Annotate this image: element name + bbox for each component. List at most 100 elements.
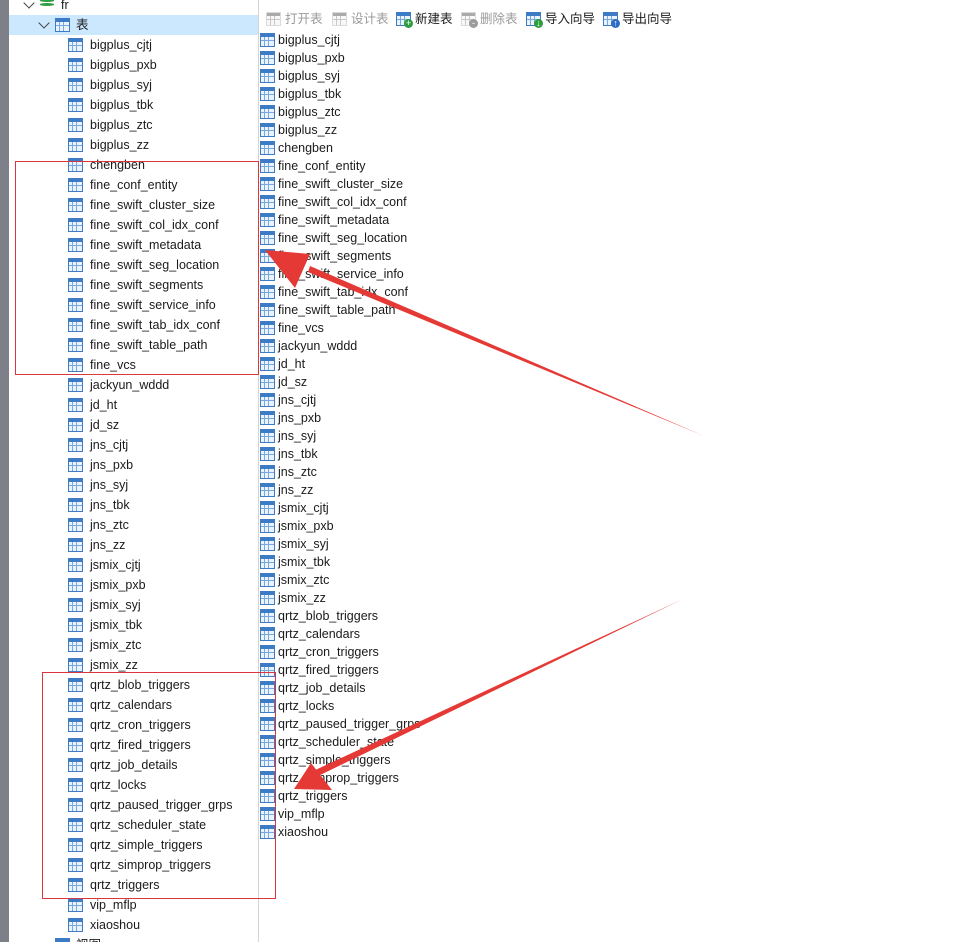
tree-table-item[interactable]: bigplus_pxb: [9, 55, 258, 75]
tree-table-item[interactable]: jsmix_zz: [9, 655, 258, 675]
object-list-item[interactable]: qrtz_calendars: [260, 625, 360, 643]
object-list-item[interactable]: jd_ht: [260, 355, 305, 373]
tree-table-item[interactable]: jns_cjtj: [9, 435, 258, 455]
tree-table-item[interactable]: fine_swift_cluster_size: [9, 195, 258, 215]
tree-table-item[interactable]: vip_mflp: [9, 895, 258, 915]
object-list-item[interactable]: qrtz_simprop_triggers: [260, 769, 399, 787]
object-list-item[interactable]: jsmix_zz: [260, 589, 326, 607]
tree-table-item[interactable]: jsmix_pxb: [9, 575, 258, 595]
tree-table-item[interactable]: bigplus_syj: [9, 75, 258, 95]
tree-node-views-group[interactable]: 视图: [9, 935, 258, 942]
tree-table-item[interactable]: jns_tbk: [9, 495, 258, 515]
tree-table-item[interactable]: fine_vcs: [9, 355, 258, 375]
chevron-down-icon[interactable]: [38, 17, 50, 29]
panel-splitter[interactable]: [258, 0, 259, 942]
object-list-item[interactable]: bigplus_pxb: [260, 49, 345, 67]
object-list-item[interactable]: qrtz_job_details: [260, 679, 366, 697]
object-list-item[interactable]: jsmix_ztc: [260, 571, 329, 589]
navigation-tree-panel[interactable]: fr 表 bigplus_cjtj bigplus_pxb bigplus_syj b…: [9, 0, 258, 942]
object-list-item[interactable]: fine_swift_tab_idx_conf: [260, 283, 408, 301]
object-list-item[interactable]: jns_tbk: [260, 445, 318, 463]
tree-table-item[interactable]: fine_conf_entity: [9, 175, 258, 195]
tree-table-item[interactable]: bigplus_ztc: [9, 115, 258, 135]
object-list-item[interactable]: fine_swift_col_idx_conf: [260, 193, 407, 211]
tree-table-item[interactable]: jd_ht: [9, 395, 258, 415]
object-list-item[interactable]: qrtz_blob_triggers: [260, 607, 378, 625]
tree-table-item[interactable]: fine_swift_seg_location: [9, 255, 258, 275]
object-list-item[interactable]: jd_sz: [260, 373, 307, 391]
object-list-item[interactable]: fine_swift_seg_location: [260, 229, 407, 247]
new-table-button[interactable]: + 新建表: [396, 10, 453, 28]
object-list-item[interactable]: fine_swift_table_path: [260, 301, 395, 319]
tree-table-item[interactable]: jackyun_wddd: [9, 375, 258, 395]
object-list-item[interactable]: bigplus_zz: [260, 121, 337, 139]
object-list-item[interactable]: xiaoshou: [260, 823, 328, 841]
object-list-item[interactable]: fine_swift_service_info: [260, 265, 404, 283]
object-list-item[interactable]: bigplus_syj: [260, 67, 340, 85]
object-list-item[interactable]: vip_mflp: [260, 805, 325, 823]
tree-table-item[interactable]: jsmix_syj: [9, 595, 258, 615]
object-list-item[interactable]: bigplus_cjtj: [260, 31, 340, 49]
object-list-item[interactable]: fine_swift_metadata: [260, 211, 389, 229]
object-list-item[interactable]: jsmix_syj: [260, 535, 329, 553]
tree-table-item[interactable]: qrtz_locks: [9, 775, 258, 795]
object-list-item[interactable]: jsmix_tbk: [260, 553, 330, 571]
tree-table-item[interactable]: jns_zz: [9, 535, 258, 555]
tree-table-item[interactable]: fine_swift_tab_idx_conf: [9, 315, 258, 335]
tree-table-item[interactable]: fine_swift_service_info: [9, 295, 258, 315]
object-list-item[interactable]: qrtz_triggers: [260, 787, 347, 805]
object-list-item[interactable]: jns_syj: [260, 427, 316, 445]
tree-table-item[interactable]: qrtz_simprop_triggers: [9, 855, 258, 875]
tree-table-item[interactable]: qrtz_scheduler_state: [9, 815, 258, 835]
tree-table-item[interactable]: jsmix_tbk: [9, 615, 258, 635]
tree-table-item[interactable]: jd_sz: [9, 415, 258, 435]
tree-table-item[interactable]: qrtz_fired_triggers: [9, 735, 258, 755]
object-list-item[interactable]: jns_cjtj: [260, 391, 316, 409]
export-wizard-button[interactable]: ↑ 导出向导: [603, 10, 672, 28]
tree-table-item[interactable]: qrtz_blob_triggers: [9, 675, 258, 695]
tree-table-item[interactable]: qrtz_paused_trigger_grps: [9, 795, 258, 815]
object-list-item[interactable]: qrtz_cron_triggers: [260, 643, 379, 661]
tree-table-item[interactable]: jns_ztc: [9, 515, 258, 535]
tree-table-item[interactable]: qrtz_simple_triggers: [9, 835, 258, 855]
object-list-item[interactable]: bigplus_ztc: [260, 103, 341, 121]
tree-table-item[interactable]: fine_swift_segments: [9, 275, 258, 295]
tree-table-item[interactable]: jns_syj: [9, 475, 258, 495]
chevron-down-icon[interactable]: [23, 0, 35, 9]
tree-table-item[interactable]: jns_pxb: [9, 455, 258, 475]
open-table-button[interactable]: 打开表: [266, 10, 323, 28]
object-list-item[interactable]: fine_swift_segments: [260, 247, 391, 265]
object-list-item[interactable]: jns_ztc: [260, 463, 317, 481]
object-list-item[interactable]: qrtz_locks: [260, 697, 334, 715]
tree-table-item[interactable]: jsmix_cjtj: [9, 555, 258, 575]
object-list-item[interactable]: qrtz_fired_triggers: [260, 661, 379, 679]
object-list-item[interactable]: qrtz_paused_trigger_grps: [260, 715, 420, 733]
tree-table-item[interactable]: xiaoshou: [9, 915, 258, 935]
tree-table-item[interactable]: qrtz_cron_triggers: [9, 715, 258, 735]
object-list-item[interactable]: jsmix_pxb: [260, 517, 334, 535]
tree-table-item[interactable]: fine_swift_metadata: [9, 235, 258, 255]
tree-table-item[interactable]: bigplus_tbk: [9, 95, 258, 115]
tree-table-item[interactable]: fine_swift_col_idx_conf: [9, 215, 258, 235]
tree-table-item[interactable]: bigplus_cjtj: [9, 35, 258, 55]
object-list-item[interactable]: fine_conf_entity: [260, 157, 366, 175]
tree-table-item[interactable]: bigplus_zz: [9, 135, 258, 155]
object-list-item[interactable]: jackyun_wddd: [260, 337, 357, 355]
delete-table-button[interactable]: - 删除表: [461, 10, 518, 28]
object-list-item[interactable]: fine_vcs: [260, 319, 324, 337]
tree-node-database[interactable]: fr: [9, 0, 258, 15]
tree-table-item[interactable]: fine_swift_table_path: [9, 335, 258, 355]
object-list-item[interactable]: jsmix_cjtj: [260, 499, 329, 517]
tree-node-tables-group[interactable]: 表: [9, 15, 258, 35]
design-table-button[interactable]: 设计表: [332, 10, 389, 28]
object-list-item[interactable]: jns_pxb: [260, 409, 321, 427]
object-list-item[interactable]: chengben: [260, 139, 333, 157]
object-list-item[interactable]: jns_zz: [260, 481, 313, 499]
tree-table-item[interactable]: jsmix_ztc: [9, 635, 258, 655]
object-list-item[interactable]: qrtz_simple_triggers: [260, 751, 391, 769]
object-list-item[interactable]: qrtz_scheduler_state: [260, 733, 394, 751]
tree-table-item[interactable]: chengben: [9, 155, 258, 175]
tree-table-item[interactable]: qrtz_calendars: [9, 695, 258, 715]
object-list-item[interactable]: fine_swift_cluster_size: [260, 175, 403, 193]
import-wizard-button[interactable]: ↓ 导入向导: [526, 10, 595, 28]
